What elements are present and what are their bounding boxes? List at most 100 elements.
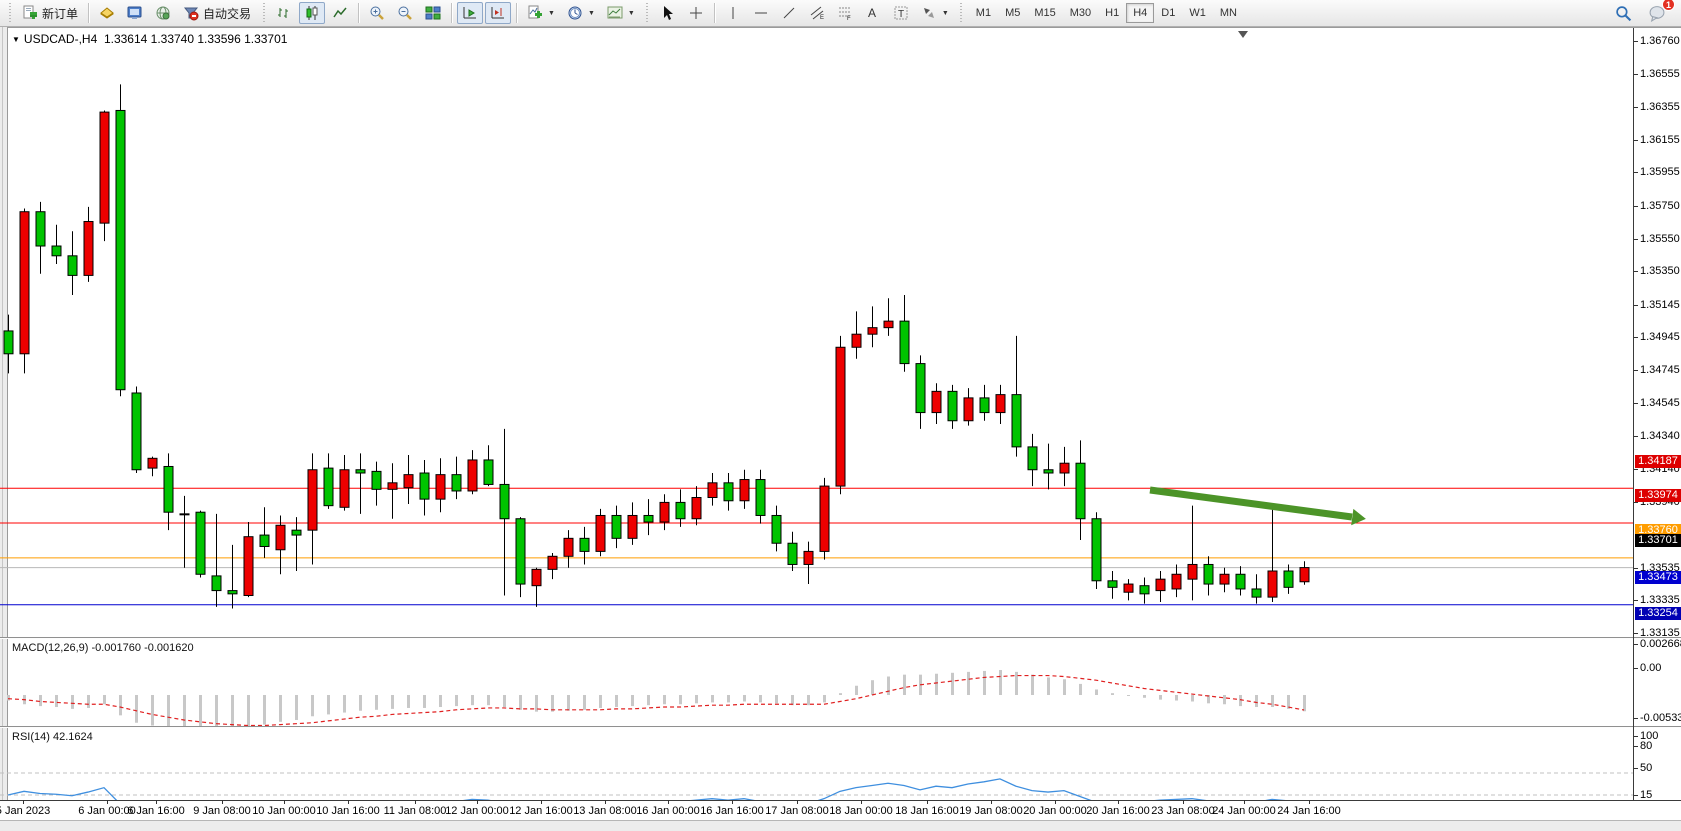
timeframe-button-d1[interactable]: D1: [1154, 3, 1182, 23]
templates-button[interactable]: ▼: [602, 2, 640, 24]
candle-body[interactable]: [916, 364, 925, 413]
line-chart-button[interactable]: [327, 2, 353, 24]
candle-body[interactable]: [372, 471, 381, 489]
equidistant-channel-tool-button[interactable]: E: [804, 2, 830, 24]
candle-body[interactable]: [36, 212, 45, 246]
candle-body[interactable]: [836, 347, 845, 486]
candle-body[interactable]: [420, 473, 429, 499]
candle-body[interactable]: [820, 486, 829, 551]
bar-chart-button[interactable]: [271, 2, 297, 24]
candle-body[interactable]: [1188, 564, 1197, 579]
periods-button[interactable]: ▼: [562, 2, 600, 24]
auto-scroll-button[interactable]: [457, 2, 483, 24]
candle-body[interactable]: [276, 525, 285, 549]
horizontal-line-tool-button[interactable]: [748, 2, 774, 24]
candle-body[interactable]: [132, 393, 141, 470]
text-label-tool-button[interactable]: T: [888, 2, 914, 24]
candle-body[interactable]: [1028, 447, 1037, 470]
candle-body[interactable]: [1012, 395, 1021, 447]
candle-body[interactable]: [900, 321, 909, 363]
candle-body[interactable]: [100, 112, 109, 223]
chart-title[interactable]: ▼USDCAD-,H4 1.33614 1.33740 1.33596 1.33…: [12, 32, 287, 46]
candle-body[interactable]: [340, 470, 349, 508]
trendline-tool-button[interactable]: [776, 2, 802, 24]
candle-body[interactable]: [436, 475, 445, 499]
candle-body[interactable]: [500, 484, 509, 518]
candle-body[interactable]: [1268, 571, 1277, 597]
candle-body[interactable]: [1076, 463, 1085, 519]
candle-body[interactable]: [308, 470, 317, 530]
arrows-tool-button[interactable]: ▼: [916, 2, 954, 24]
candle-body[interactable]: [292, 530, 301, 535]
candle-body[interactable]: [564, 538, 573, 556]
main-price-pane[interactable]: [0, 28, 1633, 637]
candle-body[interactable]: [612, 515, 621, 538]
candle-body[interactable]: [628, 515, 637, 538]
candle-body[interactable]: [1092, 519, 1101, 581]
trend-arrow-line[interactable]: [1150, 490, 1352, 517]
candle-body[interactable]: [692, 498, 701, 519]
candle-body[interactable]: [164, 466, 173, 512]
candle-body[interactable]: [804, 551, 813, 564]
strategy-tester-button[interactable]: [150, 2, 176, 24]
candle-body[interactable]: [1252, 589, 1261, 597]
candle-body[interactable]: [596, 515, 605, 551]
vertical-line-tool-button[interactable]: [720, 2, 746, 24]
notifications-button[interactable]: 1: [1643, 2, 1671, 24]
chart-shift-marker-icon[interactable]: [1238, 31, 1248, 38]
chart-shift-button[interactable]: [485, 2, 511, 24]
timeframe-button-h1[interactable]: H1: [1098, 3, 1126, 23]
candle-body[interactable]: [740, 480, 749, 501]
candle-body[interactable]: [1124, 584, 1133, 592]
new-order-button[interactable]: 新订单: [17, 2, 83, 24]
candle-body[interactable]: [660, 502, 669, 522]
candle-body[interactable]: [516, 519, 525, 584]
candle-body[interactable]: [148, 458, 157, 468]
candle-body[interactable]: [1108, 581, 1117, 588]
candle-body[interactable]: [1172, 574, 1181, 589]
candle-body[interactable]: [756, 480, 765, 516]
candle-body[interactable]: [708, 483, 717, 498]
candle-body[interactable]: [548, 556, 557, 569]
rsi-pane[interactable]: [0, 728, 1633, 800]
candle-body[interactable]: [964, 398, 973, 421]
time-axis[interactable]: 5 Jan 20236 Jan 00:006 Jan 16:009 Jan 08…: [0, 801, 1681, 820]
timeframe-button-m15[interactable]: M15: [1027, 3, 1062, 23]
indicators-button[interactable]: ▼: [522, 2, 560, 24]
candle-body[interactable]: [1284, 571, 1293, 587]
candle-body[interactable]: [532, 569, 541, 585]
timeframe-button-m30[interactable]: M30: [1063, 3, 1098, 23]
timeframe-button-mn[interactable]: MN: [1213, 3, 1244, 23]
candle-body[interactable]: [676, 502, 685, 518]
candle-body[interactable]: [196, 512, 205, 574]
terminal-window-button[interactable]: [122, 2, 148, 24]
timeframe-button-h4[interactable]: H4: [1126, 3, 1154, 23]
candle-body[interactable]: [1140, 586, 1149, 594]
candle-body[interactable]: [20, 212, 29, 354]
candle-body[interactable]: [260, 535, 269, 546]
candle-body[interactable]: [68, 256, 77, 276]
candle-body[interactable]: [724, 483, 733, 501]
candle-body[interactable]: [1220, 574, 1229, 584]
candle-body[interactable]: [84, 222, 93, 276]
candle-body[interactable]: [212, 576, 221, 591]
candle-body[interactable]: [980, 398, 989, 413]
candle-body[interactable]: [404, 475, 413, 488]
candle-body[interactable]: [468, 460, 477, 491]
candle-body[interactable]: [580, 538, 589, 551]
candle-body[interactable]: [452, 475, 461, 491]
zoom-out-button[interactable]: [392, 2, 418, 24]
candle-body[interactable]: [116, 110, 125, 389]
candle-body[interactable]: [772, 515, 781, 543]
candle-body[interactable]: [180, 514, 189, 515]
text-tool-button[interactable]: A: [860, 2, 886, 24]
candle-body[interactable]: [1300, 568, 1309, 582]
cursor-tool-button[interactable]: [655, 2, 681, 24]
search-button[interactable]: [1610, 2, 1637, 24]
candle-body[interactable]: [1236, 574, 1245, 589]
toolbar-grip[interactable]: [7, 3, 12, 23]
candle-body[interactable]: [868, 328, 877, 335]
candle-body[interactable]: [484, 460, 493, 484]
macd-pane[interactable]: [0, 639, 1633, 726]
one-click-trading-toggle-icon[interactable]: ▼: [12, 35, 20, 44]
